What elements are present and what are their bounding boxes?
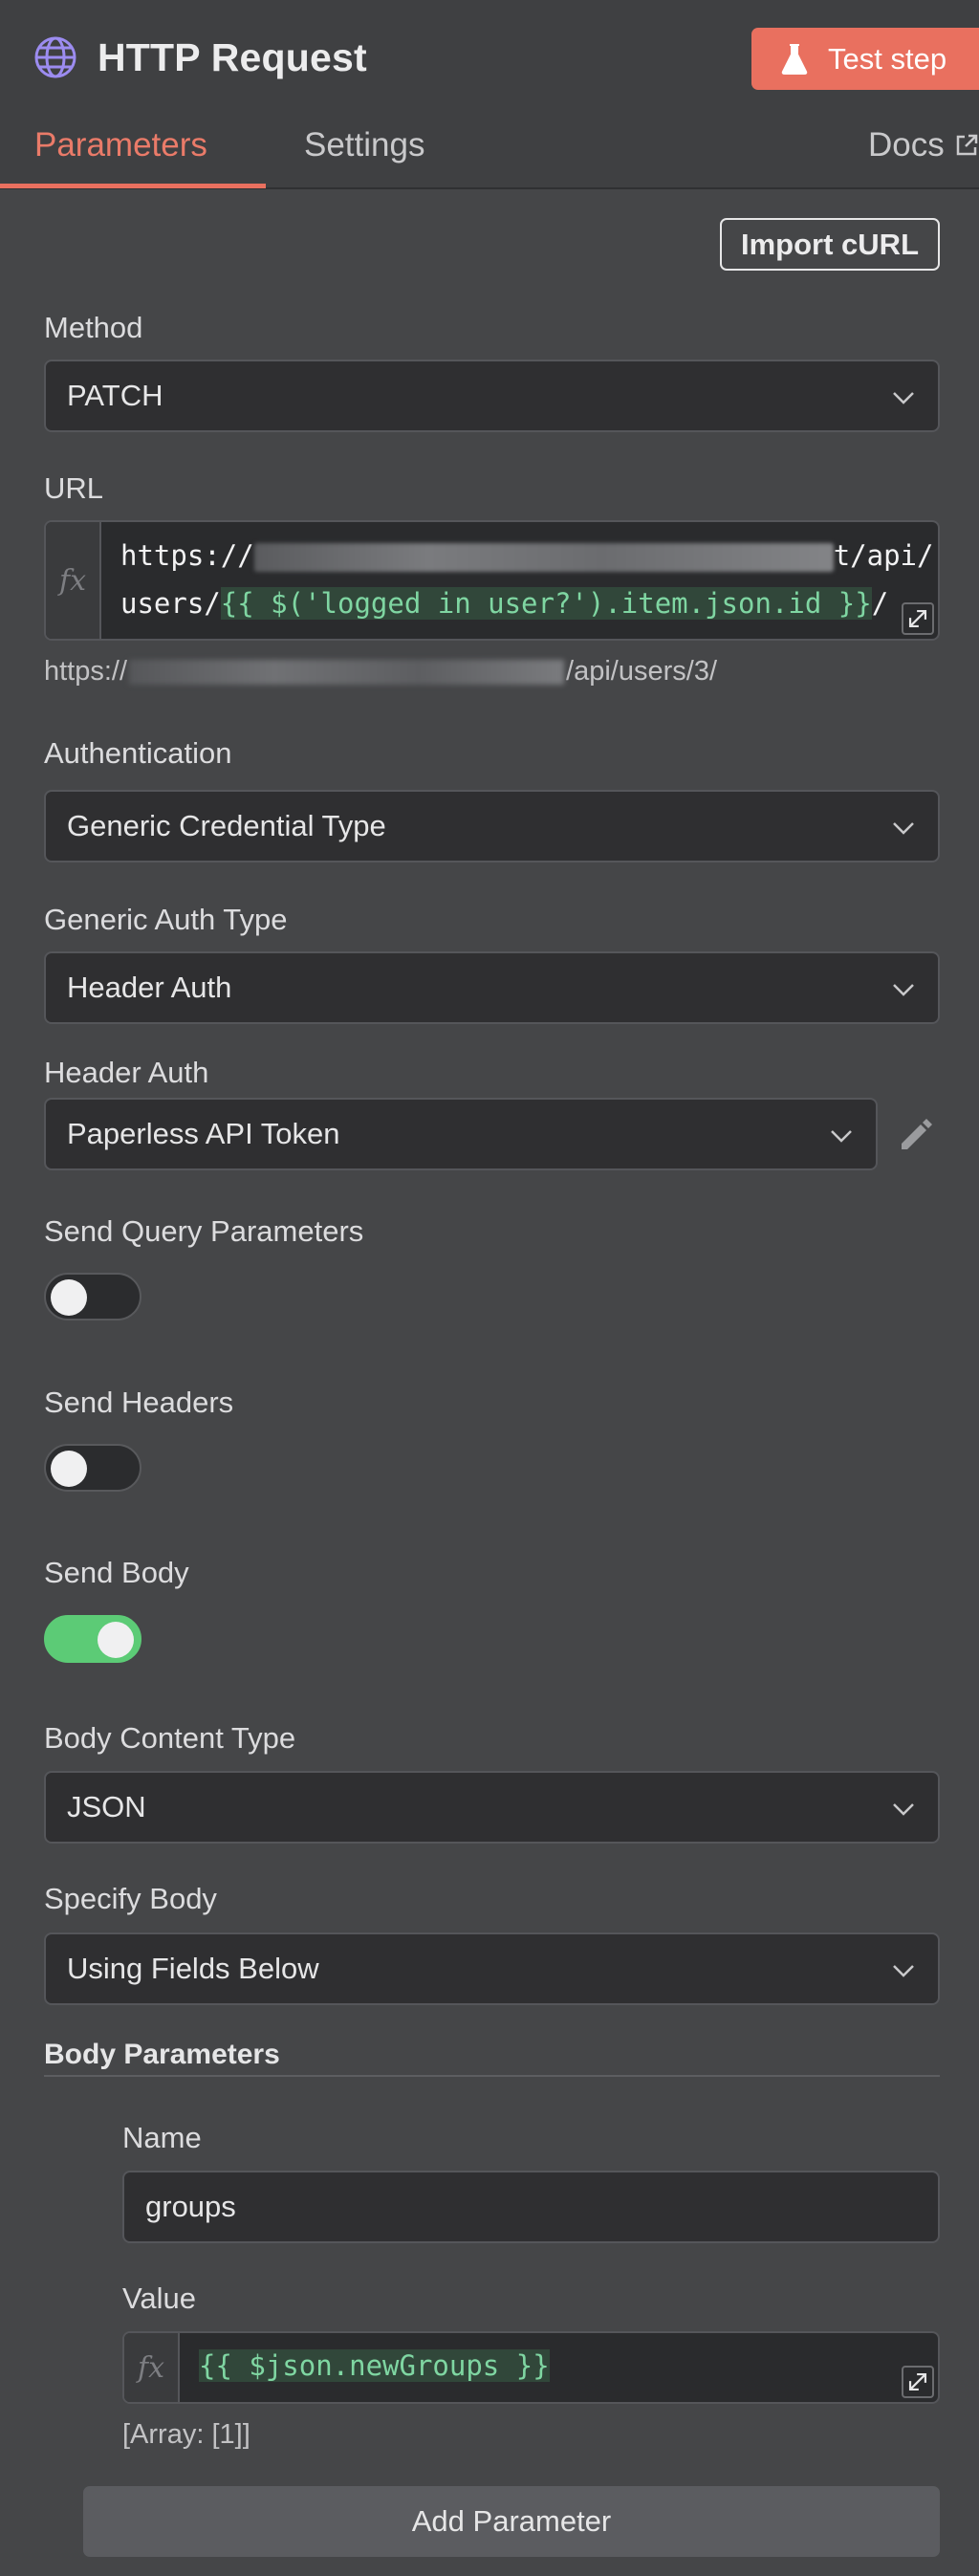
generic-auth-type-label: Generic Auth Type <box>44 903 288 936</box>
url-users: users/ <box>120 587 221 620</box>
fx-icon: fx <box>46 522 101 639</box>
header-auth-select[interactable]: Paperless API Token <box>44 1098 878 1170</box>
edit-credential-pencil-icon[interactable] <box>896 1115 936 1155</box>
active-tab-indicator <box>0 184 266 188</box>
param-value-expression-field[interactable]: fx {{ $json.newGroups }} <box>122 2331 940 2404</box>
fx-icon: fx <box>124 2333 180 2402</box>
node-title: HTTP Request <box>98 34 367 79</box>
header-auth-label: Header Auth <box>44 1056 209 1089</box>
param-value-label: Value <box>122 2281 196 2315</box>
generic-auth-type-select[interactable]: Header Auth <box>44 951 940 1024</box>
chevron-down-icon <box>893 984 914 996</box>
redacted-host-preview <box>129 659 565 685</box>
url-preview-prefix: https:// <box>44 656 128 687</box>
send-query-label: Send Query Parameters <box>44 1214 364 1248</box>
method-value: PATCH <box>67 379 163 412</box>
header-auth-value: Paperless API Token <box>67 1117 340 1150</box>
node-header: HTTP Request Test step Parameters Settin… <box>0 0 979 189</box>
flask-icon <box>781 43 808 75</box>
toggle-knob <box>51 1279 87 1316</box>
body-content-type-label: Body Content Type <box>44 1721 296 1755</box>
generic-auth-type-value: Header Auth <box>67 971 232 1004</box>
section-divider <box>44 2075 940 2077</box>
external-link-icon <box>956 134 977 156</box>
body-content-type-select[interactable]: JSON <box>44 1771 940 1844</box>
specify-body-label: Specify Body <box>44 1882 217 1915</box>
title-row: HTTP Request <box>33 27 367 88</box>
add-parameter-button[interactable]: Add Parameter <box>83 2486 940 2557</box>
send-body-toggle[interactable] <box>44 1615 141 1663</box>
url-line-1: https:// t/api/ <box>120 539 933 572</box>
url-path: t/api/ <box>833 539 934 572</box>
test-step-button[interactable]: Test step <box>751 28 979 90</box>
expand-icon[interactable] <box>902 2366 934 2398</box>
url-preview-path: /api/users/3/ <box>566 656 718 687</box>
authentication-select[interactable]: Generic Credential Type <box>44 790 940 862</box>
url-label: URL <box>44 471 104 505</box>
param-value-line: {{ $json.newGroups }} <box>199 2349 550 2382</box>
tab-parameters[interactable]: Parameters <box>34 126 207 164</box>
chevron-down-icon <box>893 392 914 404</box>
expand-icon[interactable] <box>902 602 934 635</box>
import-curl-button[interactable]: Import cURL <box>720 218 940 271</box>
docs-label: Docs <box>868 126 945 164</box>
param-value-hint: [Array: [1]] <box>122 2419 250 2450</box>
send-headers-label: Send Headers <box>44 1386 234 1419</box>
authentication-value: Generic Credential Type <box>67 809 386 842</box>
url-tail: / <box>871 587 889 620</box>
tab-settings[interactable]: Settings <box>304 126 424 164</box>
specify-body-select[interactable]: Using Fields Below <box>44 1932 940 2005</box>
url-expression: {{ $('logged in user?').item.json.id }} <box>220 587 872 620</box>
test-step-label: Test step <box>828 41 947 76</box>
authentication-label: Authentication <box>44 736 232 770</box>
chevron-down-icon <box>893 1965 914 1977</box>
method-select[interactable]: PATCH <box>44 360 940 432</box>
globe-icon <box>34 36 76 78</box>
docs-link[interactable]: Docs <box>868 126 979 164</box>
param-name-input[interactable]: groups <box>122 2171 940 2243</box>
send-body-label: Send Body <box>44 1556 189 1589</box>
method-label: Method <box>44 311 143 344</box>
redacted-host <box>253 543 834 572</box>
body-content-type-value: JSON <box>67 1790 146 1823</box>
send-query-toggle[interactable] <box>44 1273 141 1321</box>
body-parameters-title: Body Parameters <box>44 2039 280 2070</box>
toggle-knob <box>51 1451 87 1487</box>
specify-body-value: Using Fields Below <box>67 1952 319 1985</box>
url-prefix: https:// <box>120 539 254 572</box>
url-expression-field[interactable]: fx https:// t/api/ users/{{ $('logged in … <box>44 520 940 641</box>
toggle-knob <box>98 1622 134 1658</box>
url-line-2: users/{{ $('logged in user?').item.json.… <box>120 587 888 620</box>
chevron-down-icon <box>893 1803 914 1816</box>
url-preview: https:// /api/users/3/ <box>44 656 717 688</box>
param-value-expression: {{ $json.newGroups }} <box>199 2349 550 2382</box>
param-name-value: groups <box>145 2190 236 2223</box>
send-headers-toggle[interactable] <box>44 1444 141 1492</box>
chevron-down-icon <box>893 822 914 835</box>
chevron-down-icon <box>831 1130 852 1143</box>
param-name-label: Name <box>122 2121 202 2154</box>
